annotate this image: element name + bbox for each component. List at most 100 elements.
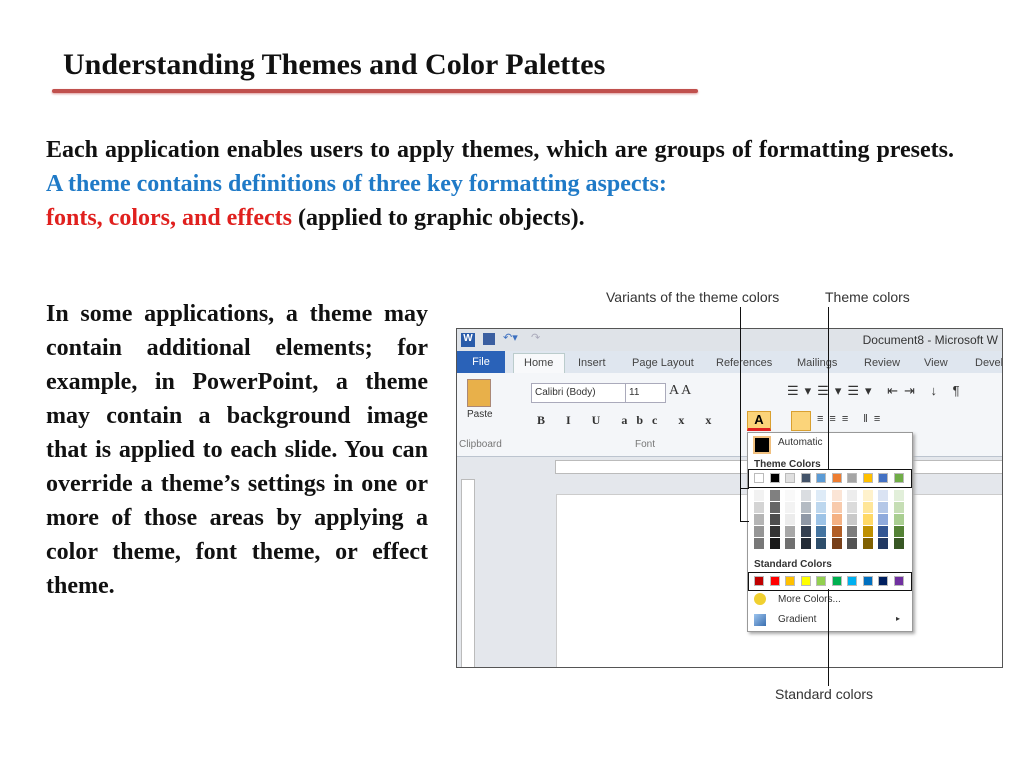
font-size-select[interactable]: 11 — [625, 383, 666, 403]
theme-color-shade-swatch[interactable] — [862, 502, 873, 513]
callout-line-standard — [828, 589, 829, 686]
format-buttons[interactable]: B I U abc x x — [537, 413, 720, 428]
theme-color-shade-swatch[interactable] — [878, 490, 888, 501]
theme-color-shade-swatch[interactable] — [893, 526, 904, 537]
variants-bracket — [740, 488, 749, 522]
tab-home-label[interactable]: Home — [524, 357, 553, 369]
font-name-select[interactable]: Calibri (Body) — [531, 383, 626, 403]
theme-color-shade-swatch[interactable] — [862, 490, 873, 501]
slide-title: Understanding Themes and Color Palettes — [63, 48, 606, 81]
theme-color-shade-swatch[interactable] — [831, 502, 842, 513]
theme-color-shade-swatch[interactable] — [847, 490, 857, 501]
theme-color-shade-swatch[interactable] — [754, 526, 764, 537]
theme-color-shade-swatch[interactable] — [754, 502, 764, 513]
submenu-arrow-icon: ▸ — [896, 614, 901, 623]
theme-color-shade-swatch[interactable] — [754, 538, 764, 549]
theme-color-shade-swatch[interactable] — [847, 502, 857, 513]
grow-font-icon[interactable]: A A — [669, 383, 691, 399]
theme-color-shade-swatch[interactable] — [862, 526, 873, 537]
menu-more-colors[interactable]: More Colors... — [778, 594, 841, 605]
window-title: Document8 - Microsoft W — [862, 333, 998, 347]
intro-highlight: A theme contains definitions of three ke… — [46, 171, 667, 197]
theme-color-shade-swatch[interactable] — [800, 490, 811, 501]
theme-color-shade-swatch[interactable] — [754, 490, 764, 501]
aspects-highlight: fonts, colors, and effects — [46, 205, 292, 231]
callout-standard-colors: Standard colors — [775, 686, 874, 702]
callout-variants: Variants of the theme colors — [606, 289, 780, 305]
tab-insert[interactable]: Insert — [578, 357, 606, 369]
theme-color-shade-swatch[interactable] — [878, 502, 888, 513]
theme-color-shade-swatch[interactable] — [831, 526, 842, 537]
paragraph-icons[interactable]: ☰▾☰▾☰▾ ⇤⇥ ↓ ¶ — [787, 383, 966, 399]
theme-color-shade-swatch[interactable] — [878, 514, 888, 525]
theme-color-shade-swatch[interactable] — [754, 514, 764, 525]
theme-color-shade-swatch[interactable] — [769, 526, 780, 537]
gradient-icon — [754, 614, 766, 626]
menu-standard-colors-heading: Standard Colors — [754, 559, 832, 570]
theme-color-shade-swatch[interactable] — [847, 538, 857, 549]
save-icon[interactable] — [483, 333, 495, 345]
font-color-menu: Automatic Theme Colors Standard Colors M… — [747, 432, 913, 632]
theme-color-shade-swatch[interactable] — [800, 514, 811, 525]
theme-color-shade-swatch[interactable] — [816, 490, 826, 501]
word-screenshot: W ↶▾ ↷ Document8 - Microsoft W File Home… — [456, 328, 1003, 668]
theme-color-shade-swatch[interactable] — [878, 526, 888, 537]
tab-references[interactable]: References — [716, 357, 772, 369]
vertical-ruler[interactable] — [461, 479, 475, 667]
theme-color-shade-swatch[interactable] — [831, 490, 842, 501]
group-clipboard: Clipboard — [459, 439, 502, 450]
callout-line-theme — [828, 307, 829, 469]
theme-color-shade-swatch[interactable] — [800, 502, 811, 513]
theme-color-shade-swatch[interactable] — [847, 514, 857, 525]
tab-page-layout[interactable]: Page Layout — [632, 357, 694, 369]
tab-review[interactable]: Review — [864, 357, 900, 369]
body-paragraph: In some applications, a theme may contai… — [46, 301, 428, 599]
theme-color-shade-swatch[interactable] — [878, 538, 888, 549]
menu-gradient[interactable]: Gradient — [778, 614, 816, 625]
theme-color-shade-swatch[interactable] — [800, 526, 811, 537]
theme-color-shade-swatch[interactable] — [800, 538, 811, 549]
undo-icon[interactable]: ↶▾ — [503, 331, 518, 344]
theme-color-shade-swatch[interactable] — [893, 514, 904, 525]
tab-developer[interactable]: Devel — [975, 357, 1002, 369]
word-icon: W — [461, 333, 475, 347]
theme-row-box — [748, 469, 912, 488]
font-color-button[interactable]: A — [747, 411, 771, 431]
theme-color-shade-swatch[interactable] — [862, 514, 873, 525]
automatic-swatch[interactable] — [753, 436, 771, 454]
align-left-button[interactable] — [791, 411, 811, 431]
theme-color-shade-swatch[interactable] — [785, 490, 795, 501]
redo-icon[interactable]: ↷ — [531, 331, 540, 344]
theme-color-shade-swatch[interactable] — [893, 538, 904, 549]
theme-color-shade-swatch[interactable] — [785, 514, 795, 525]
paste-label[interactable]: Paste — [467, 409, 493, 420]
theme-color-shade-swatch[interactable] — [862, 538, 873, 549]
theme-color-shade-swatch[interactable] — [785, 526, 795, 537]
theme-color-shade-swatch[interactable] — [831, 538, 842, 549]
more-colors-icon — [754, 593, 766, 605]
theme-color-shade-swatch[interactable] — [785, 538, 795, 549]
intro-text: Each application enables users to apply … — [46, 137, 954, 163]
menu-automatic[interactable]: Automatic — [778, 437, 822, 448]
theme-color-shade-swatch[interactable] — [816, 514, 826, 525]
theme-color-shade-swatch[interactable] — [893, 490, 904, 501]
theme-color-shade-swatch[interactable] — [816, 502, 826, 513]
theme-color-shade-swatch[interactable] — [769, 514, 780, 525]
theme-color-shade-swatch[interactable] — [785, 502, 795, 513]
paste-icon[interactable] — [467, 379, 491, 407]
theme-color-shade-swatch[interactable] — [816, 538, 826, 549]
aspects-text: (applied to graphic objects). — [291, 205, 585, 231]
theme-color-shade-swatch[interactable] — [816, 526, 826, 537]
ribbon: Paste Clipboard Calibri (Body) 11 A A B … — [457, 373, 1002, 457]
theme-color-shade-swatch[interactable] — [847, 526, 857, 537]
tab-file[interactable]: File — [457, 351, 505, 373]
theme-color-shade-swatch[interactable] — [769, 490, 780, 501]
theme-color-shade-swatch[interactable] — [769, 538, 780, 549]
tab-view[interactable]: View — [924, 357, 948, 369]
tab-mailings[interactable]: Mailings — [797, 357, 837, 369]
title-bar: W ↶▾ ↷ Document8 - Microsoft W — [457, 329, 1002, 351]
theme-color-shade-swatch[interactable] — [831, 514, 842, 525]
theme-color-shade-swatch[interactable] — [769, 502, 780, 513]
theme-color-shade-swatch[interactable] — [893, 502, 904, 513]
group-font: Font — [635, 439, 656, 450]
